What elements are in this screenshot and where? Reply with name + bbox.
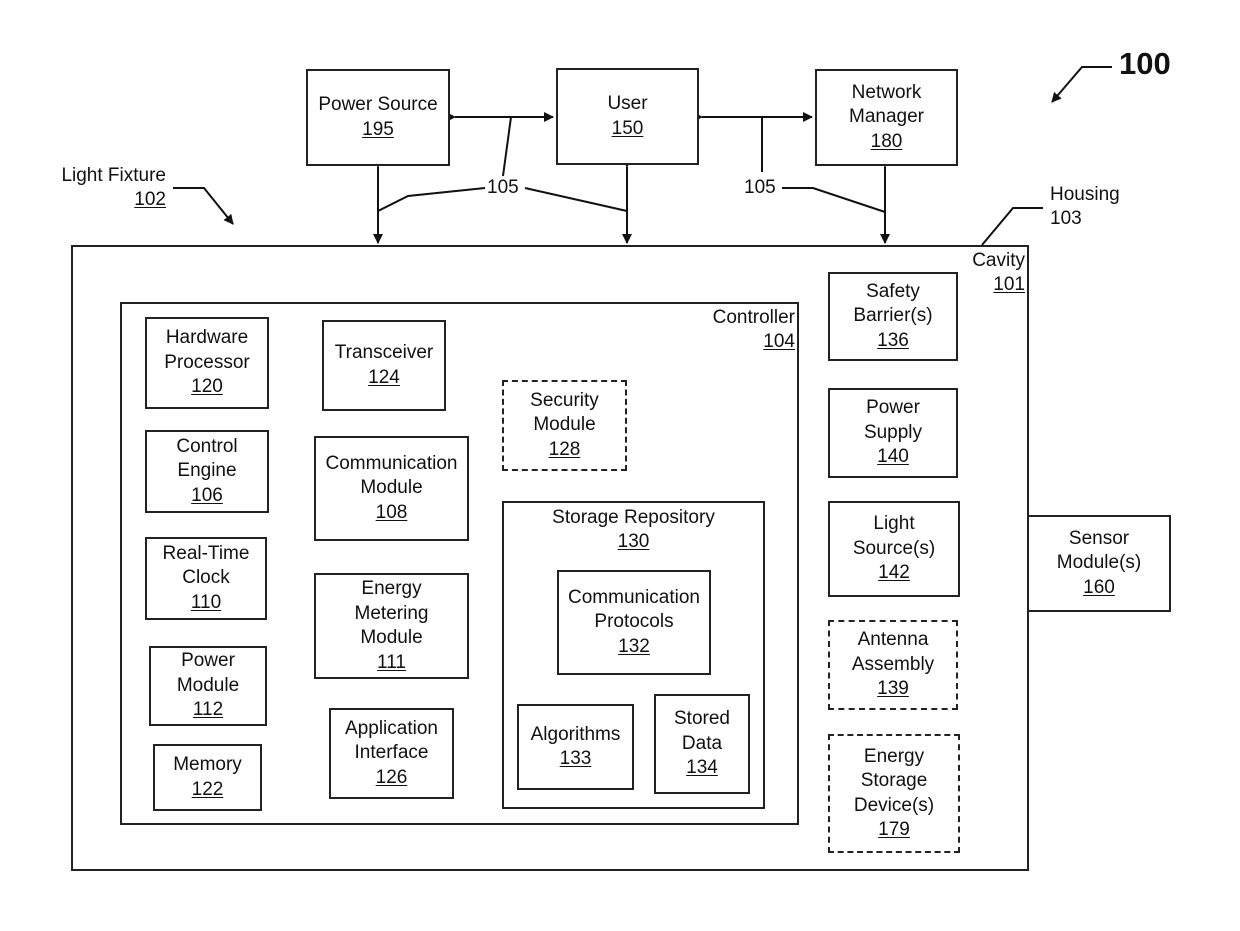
ref-105-right: 105 — [744, 177, 776, 198]
energy-storage-devices-box[interactable]: Energy Storage Device(s) 179 — [828, 734, 960, 853]
leader-light-fixture — [173, 187, 234, 225]
communication-protocols-box[interactable]: Communication Protocols 132 — [557, 570, 711, 675]
housing-label: Housing 103 — [1050, 183, 1120, 231]
transceiver-box[interactable]: Transceiver 124 — [322, 320, 446, 411]
real-time-clock-box[interactable]: Real-Time Clock 110 — [145, 537, 267, 620]
communication-module-box[interactable]: Communication Module 108 — [314, 436, 469, 541]
ref-105-left: 105 — [487, 177, 519, 198]
controller-label: Controller 104 — [712, 307, 795, 352]
light-fixture-num: 102 — [134, 189, 166, 210]
leader-housing — [981, 207, 1043, 246]
light-sources-box[interactable]: Light Source(s) 142 — [828, 501, 960, 597]
leader-105-b — [502, 116, 512, 177]
user-box[interactable]: User 150 — [556, 68, 699, 165]
application-interface-box[interactable]: Application Interface 126 — [329, 708, 454, 799]
control-engine-box[interactable]: Control Engine 106 — [145, 430, 269, 513]
power-supply-box[interactable]: Power Supply 140 — [828, 388, 958, 478]
stored-data-box[interactable]: Stored Data 134 — [654, 694, 750, 794]
power-module-box[interactable]: Power Module 112 — [149, 646, 267, 726]
security-module-box[interactable]: Security Module 128 — [502, 380, 627, 471]
housing-num: 103 — [1050, 208, 1082, 229]
leader-105-a — [377, 187, 486, 212]
power-source-box[interactable]: Power Source 195 — [306, 69, 450, 166]
light-fixture-name: Light Fixture — [61, 165, 166, 186]
antenna-assembly-box[interactable]: Antenna Assembly 139 — [828, 620, 958, 710]
sensor-module-box[interactable]: Sensor Module(s) 160 — [1027, 515, 1171, 612]
figure-number: 100 — [1119, 46, 1171, 81]
leader-105-c — [524, 187, 628, 212]
housing-name: Housing — [1050, 184, 1120, 205]
leader-105-e — [782, 187, 886, 213]
energy-metering-module-box[interactable]: Energy Metering Module 111 — [314, 573, 469, 679]
safety-barriers-box[interactable]: Safety Barrier(s) 136 — [828, 272, 958, 361]
memory-box[interactable]: Memory 122 — [153, 744, 262, 811]
storage-repository-label: Storage Repository 130 — [552, 507, 715, 552]
hardware-processor-box[interactable]: Hardware Processor 120 — [145, 317, 269, 409]
leader-figure-100 — [1051, 66, 1112, 103]
algorithms-box[interactable]: Algorithms 133 — [517, 704, 634, 790]
network-manager-box[interactable]: Network Manager 180 — [815, 69, 958, 166]
light-fixture-label: Light Fixture 102 — [40, 164, 166, 212]
